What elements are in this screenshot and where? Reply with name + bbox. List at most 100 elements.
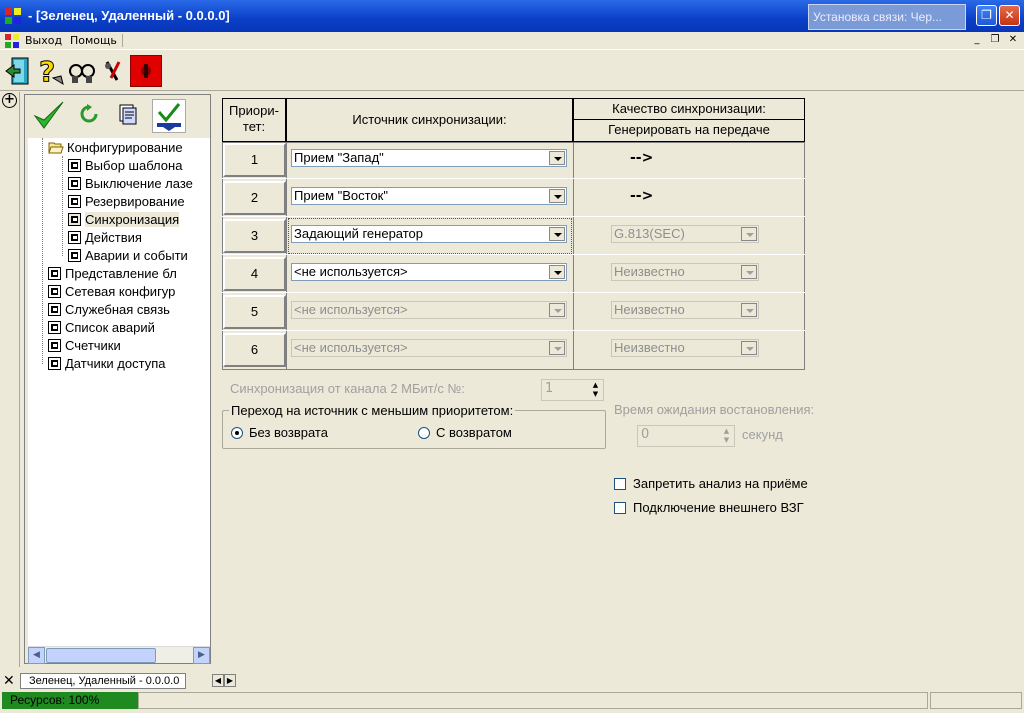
header-priority-line2: тет: [242, 119, 266, 134]
tree-item-network-config[interactable]: Сетевая конфигур [48, 282, 175, 300]
checkbox-external-generator[interactable] [614, 502, 626, 514]
mdi-minimize-icon[interactable]: _ [970, 34, 984, 47]
radio-return[interactable] [418, 427, 430, 439]
spin-down-icon[interactable]: ▼ [720, 436, 733, 445]
config-tree[interactable]: Конфигурирование Выбор шаблона Выключени… [28, 138, 210, 646]
source-select-4[interactable]: <не используется> [291, 263, 567, 281]
wait-time-unit: секунд [742, 427, 783, 442]
source-select-1[interactable]: Прием "Запад" [291, 149, 567, 167]
menu-help[interactable]: Помощь [70, 34, 117, 47]
close-tab-icon[interactable]: ✕ [3, 673, 15, 689]
source-select-6[interactable]: <не используется> [291, 339, 567, 357]
source-select-3[interactable]: Задающий генератор [291, 225, 567, 243]
restore-icon[interactable]: ❐ [976, 5, 997, 26]
chevron-down-icon[interactable] [549, 303, 565, 317]
alarm-stop-icon[interactable] [130, 55, 162, 87]
chevron-down-icon[interactable] [549, 265, 565, 279]
scroll-left-icon[interactable]: ◀ [28, 647, 45, 664]
source-select-5[interactable]: <не используется> [291, 301, 567, 319]
close-icon[interactable]: ✕ [999, 5, 1020, 26]
app-icon[interactable] [4, 7, 22, 25]
quality-select-6[interactable]: Неизвестно [611, 339, 759, 357]
header-quality-2: Генерировать на передаче [573, 119, 805, 142]
checkbox-disable-analysis[interactable] [614, 478, 626, 490]
tree-item-template-select[interactable]: Выбор шаблона [68, 156, 182, 174]
row-number: 4 [223, 257, 286, 291]
quality-value: Неизвестно [614, 264, 685, 279]
tree-item-laser-off[interactable]: Выключение лазе [68, 174, 193, 192]
radio-return-label[interactable]: С возвратом [436, 425, 512, 440]
source-value: <не используется> [294, 340, 408, 355]
chevron-down-icon[interactable] [741, 303, 757, 317]
tree-item-redundancy[interactable]: Резервирование [68, 192, 185, 210]
row-number: 1 [223, 143, 286, 177]
copy-config-icon[interactable] [116, 102, 140, 126]
left-strip [0, 92, 20, 667]
scroll-right-icon[interactable]: ▶ [193, 647, 210, 664]
exit-door-icon[interactable] [2, 55, 34, 87]
tree-horizontal-scrollbar[interactable]: ◀ ▶ [28, 646, 210, 664]
mdi-restore-icon[interactable]: ❐ [988, 34, 1002, 47]
sync-channel-spinner[interactable]: 1 ▲ ▼ [541, 379, 604, 401]
sync-grid [222, 142, 805, 370]
refresh-icon[interactable] [78, 103, 100, 125]
chevron-down-icon[interactable] [549, 151, 565, 165]
tree-item-configuring[interactable]: Конфигурирование [48, 138, 183, 156]
quality-arrow-2: --> [630, 188, 654, 204]
tree-item-alarms-events[interactable]: Аварии и событи [68, 246, 188, 264]
radio-no-return[interactable] [231, 427, 243, 439]
checkbox-external-generator-label[interactable]: Подключение внешнего ВЗГ [633, 500, 804, 515]
tree-item-service-link[interactable]: Служебная связь [48, 300, 170, 318]
child-app-icon[interactable] [4, 33, 20, 49]
row-number: 5 [223, 295, 286, 329]
help-question-icon[interactable]: ? [34, 55, 66, 87]
menu-exit[interactable]: Выход [25, 34, 62, 47]
mdi-close-icon[interactable]: ✕ [1006, 34, 1020, 47]
chevron-down-icon[interactable] [549, 341, 565, 355]
quality-select-4[interactable]: Неизвестно [611, 263, 759, 281]
tree-item-label: Счетчики [65, 337, 121, 353]
tree-item-actions[interactable]: Действия [68, 228, 142, 246]
connect-icon[interactable] [66, 55, 98, 87]
spin-down-icon[interactable]: ▼ [589, 390, 602, 399]
document-tab[interactable]: Зеленец, Удаленный - 0.0.0.0 [20, 673, 186, 689]
quality-select-5[interactable]: Неизвестно [611, 301, 759, 319]
wait-time-spinner[interactable]: 0 ▲ ▼ [637, 425, 735, 447]
spin-up-icon[interactable]: ▲ [720, 427, 733, 436]
window-title: - [Зеленец, Удаленный - 0.0.0.0] [28, 8, 230, 23]
grid-col-divider [573, 142, 574, 370]
source-select-2[interactable]: Прием "Восток" [291, 187, 567, 205]
tree-item-counters[interactable]: Счетчики [48, 336, 121, 354]
grid-row-divider [222, 254, 805, 255]
verify-download-icon[interactable] [152, 99, 186, 133]
chevron-down-icon[interactable] [549, 227, 565, 241]
tree-item-label: Конфигурирование [67, 139, 183, 155]
chevron-down-icon[interactable] [741, 341, 757, 355]
shortcut-icon [68, 176, 81, 190]
apply-checkmark-icon[interactable] [32, 98, 66, 132]
disconnect-icon[interactable] [98, 55, 130, 87]
tree-item-synchronization[interactable]: Синхронизация [68, 210, 180, 228]
quality-select-3[interactable]: G.813(SEC) [611, 225, 759, 243]
checkbox-disable-analysis-label[interactable]: Запретить анализ на приёме [633, 476, 808, 491]
chevron-down-icon[interactable] [549, 189, 565, 203]
shortcut-icon [48, 338, 61, 352]
chevron-down-icon[interactable] [741, 227, 757, 241]
tree-item-label: Представление бл [65, 265, 177, 281]
source-value: Задающий генератор [294, 226, 424, 241]
shortcut-icon [68, 194, 81, 208]
spin-up-icon[interactable]: ▲ [589, 381, 602, 390]
tab-scroll-right-icon[interactable]: ▶ [224, 674, 236, 687]
source-value: Прием "Восток" [294, 188, 388, 203]
tree-item-block-view[interactable]: Представление бл [48, 264, 177, 282]
tree-item-alarm-list[interactable]: Список аварий [48, 318, 155, 336]
resources-indicator: Ресурсов: 100% [2, 692, 138, 709]
tree-item-access-sensors[interactable]: Датчики доступа [48, 354, 165, 372]
scroll-thumb[interactable] [46, 648, 156, 663]
radio-no-return-label[interactable]: Без возврата [249, 425, 328, 440]
connection-popup-title[interactable]: Установка связи: Чер... [808, 4, 966, 30]
tab-scroll-left-icon[interactable]: ◀ [212, 674, 224, 687]
zoom-in-icon[interactable]: + [2, 93, 17, 108]
chevron-down-icon[interactable] [741, 265, 757, 279]
status-panel [138, 692, 928, 709]
